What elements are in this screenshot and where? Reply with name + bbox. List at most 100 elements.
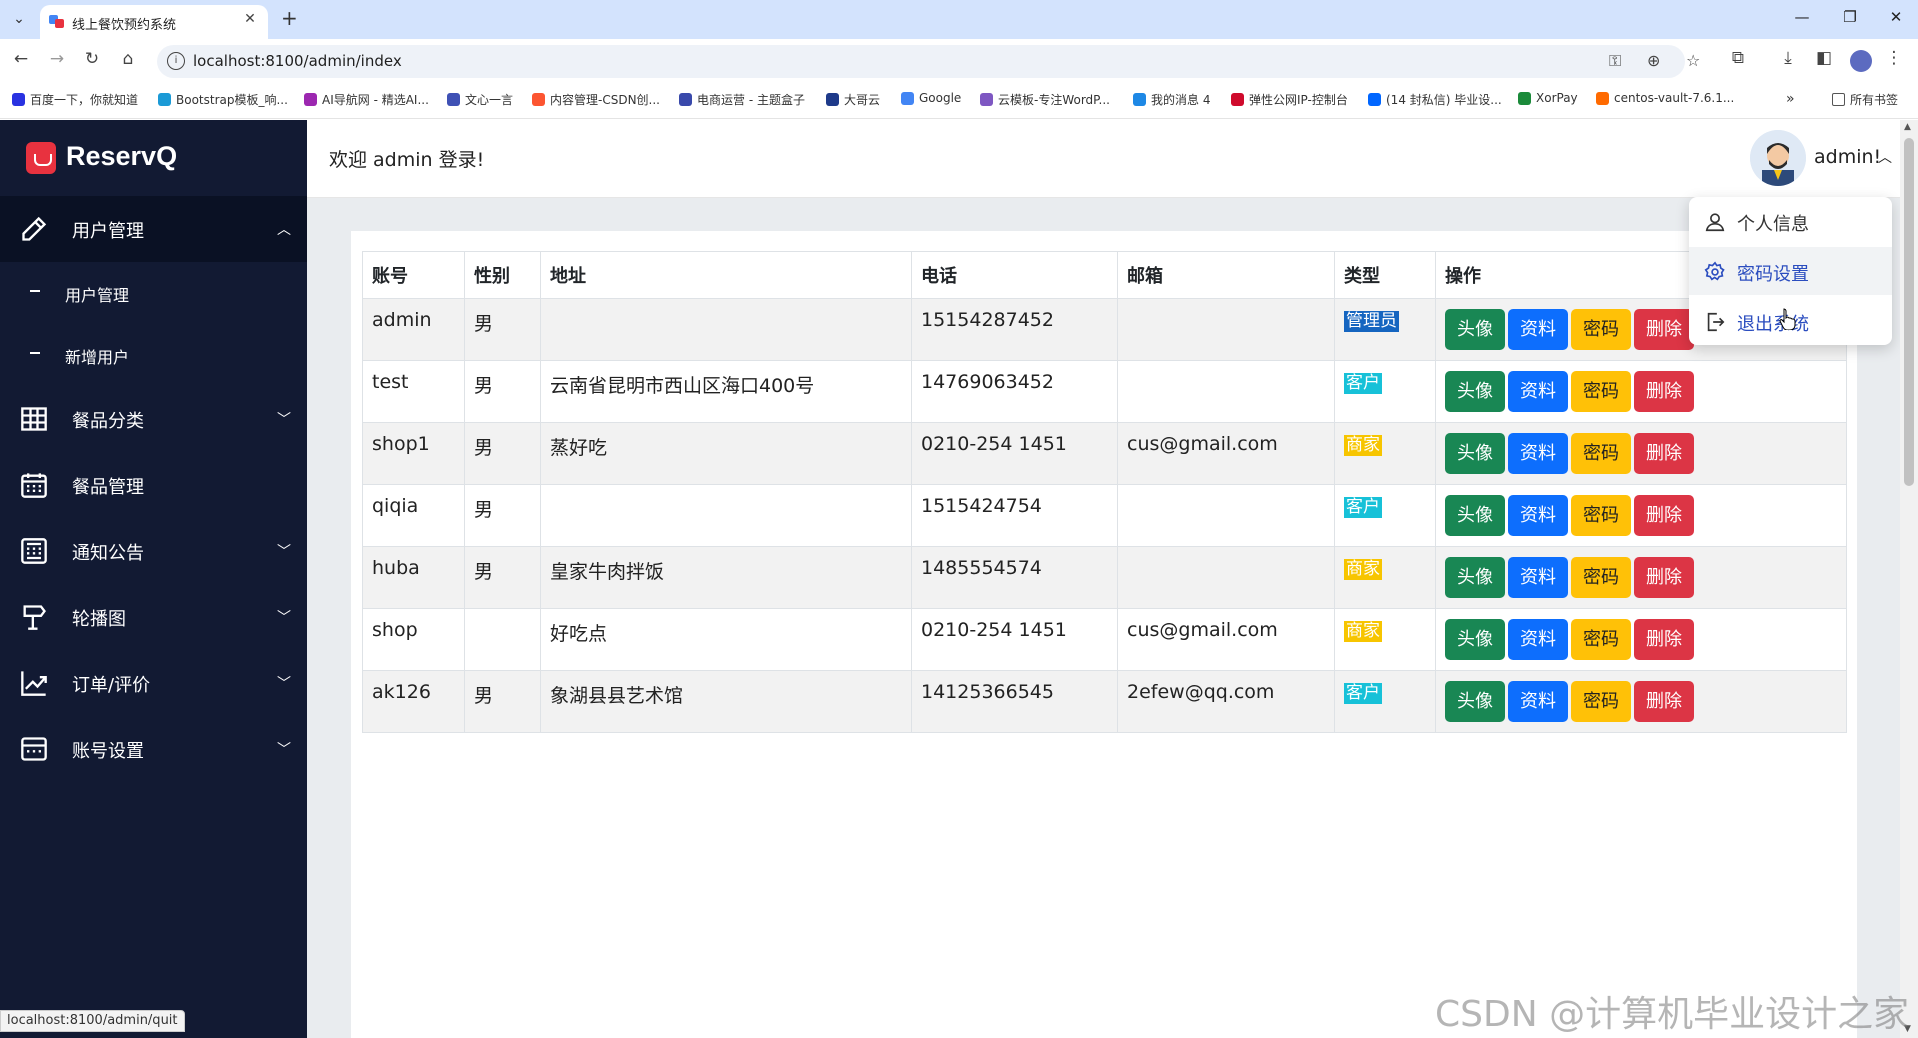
- site-info-icon[interactable]: i: [167, 52, 185, 70]
- bookmark-favicon-icon: [1518, 91, 1531, 105]
- home-icon[interactable]: ⌂: [116, 49, 140, 69]
- more-bookmarks-icon[interactable]: »: [1786, 91, 1795, 107]
- edit-info-button[interactable]: 资料: [1508, 433, 1568, 474]
- cell-email: [1117, 546, 1335, 609]
- sidebar-group-notice[interactable]: 通知公告 ﹀: [0, 518, 307, 584]
- sidebar-item-user-management[interactable]: 用户管理: [0, 262, 307, 324]
- avatar-button[interactable]: 头像: [1445, 371, 1505, 412]
- menu-item-password[interactable]: 密码设置: [1689, 247, 1892, 295]
- edit-info-button[interactable]: 资料: [1508, 371, 1568, 412]
- chevron-down-icon: ﹀: [277, 544, 291, 560]
- type-badge: 客户: [1344, 373, 1382, 394]
- password-key-icon[interactable]: ⚿: [1609, 51, 1621, 71]
- url-field[interactable]: i localhost:8100/admin/index ⚿ ⊕ ☆: [157, 45, 1700, 78]
- scrollbar-thumb[interactable]: [1904, 138, 1914, 486]
- cell-account: test: [362, 360, 465, 423]
- back-icon[interactable]: ←: [9, 49, 33, 69]
- reload-icon[interactable]: ↻: [80, 49, 104, 69]
- delete-button[interactable]: 删除: [1634, 619, 1694, 660]
- bookmark-item[interactable]: AI导航网 - 精选AI...: [304, 91, 429, 108]
- password-button[interactable]: 密码: [1571, 495, 1631, 536]
- minimize-icon[interactable]: —: [1787, 8, 1817, 26]
- bookmark-item[interactable]: 内容管理-CSDN创...: [532, 91, 660, 108]
- page-scrollbar[interactable]: ▲ ▼: [1900, 120, 1918, 1038]
- avatar-button[interactable]: 头像: [1445, 433, 1505, 474]
- bookmark-item[interactable]: 文心一言: [447, 91, 513, 108]
- bookmark-item[interactable]: Bootstrap模板_响...: [158, 91, 288, 108]
- cell-gender: 男: [464, 360, 541, 423]
- cell-phone: 0210-254 1451: [911, 608, 1118, 671]
- all-bookmarks-button[interactable]: 所有书签: [1832, 91, 1898, 108]
- avatar-button[interactable]: 头像: [1445, 557, 1505, 598]
- sidebar-group-orders[interactable]: 订单/评价 ﹀: [0, 650, 307, 716]
- chevron-up-icon[interactable]: ︿: [1878, 147, 1892, 167]
- menu-item-profile[interactable]: 个人信息: [1689, 197, 1892, 245]
- password-button[interactable]: 密码: [1571, 371, 1631, 412]
- bookmark-item[interactable]: 云模板-专注WordP...: [980, 91, 1110, 108]
- cell-phone: 14769063452: [911, 360, 1118, 423]
- edit-info-button[interactable]: 资料: [1508, 557, 1568, 598]
- bookmark-item[interactable]: XorPay: [1518, 91, 1578, 105]
- side-panel-icon[interactable]: ◧: [1812, 48, 1836, 68]
- edit-info-button[interactable]: 资料: [1508, 681, 1568, 722]
- url-text[interactable]: localhost:8100/admin/index: [193, 52, 402, 70]
- sidebar-group-dish-category[interactable]: 餐品分类 ﹀: [0, 386, 307, 452]
- cell-gender: 男: [464, 546, 541, 609]
- sidebar-group-dish-management[interactable]: 餐品管理: [0, 452, 307, 518]
- avatar-button[interactable]: 头像: [1445, 619, 1505, 660]
- tab-close-icon[interactable]: ✕: [240, 11, 260, 27]
- cell-address: [540, 484, 912, 547]
- delete-button[interactable]: 删除: [1634, 433, 1694, 474]
- forward-icon[interactable]: →: [45, 49, 69, 69]
- close-window-icon[interactable]: ✕: [1881, 8, 1911, 26]
- delete-button[interactable]: 删除: [1634, 681, 1694, 722]
- edit-info-button[interactable]: 资料: [1508, 309, 1568, 350]
- sidebar-group-user-management[interactable]: 用户管理 ︿: [0, 196, 307, 262]
- password-button[interactable]: 密码: [1571, 619, 1631, 660]
- bookmark-item[interactable]: 电商运营 - 主题盒子: [679, 91, 805, 108]
- browser-menu-icon[interactable]: ⋮: [1882, 48, 1906, 68]
- menu-item-label: 退出系统: [1737, 314, 1809, 335]
- sidebar-group-account-settings[interactable]: 账号设置 ﹀: [0, 716, 307, 782]
- edit-info-button[interactable]: 资料: [1508, 495, 1568, 536]
- delete-button[interactable]: 删除: [1634, 309, 1694, 350]
- delete-button[interactable]: 删除: [1634, 371, 1694, 412]
- sidebar-group-carousel[interactable]: 轮播图 ﹀: [0, 584, 307, 650]
- avatar-button[interactable]: 头像: [1445, 309, 1505, 350]
- tab-search-icon[interactable]: ⌄: [8, 8, 30, 30]
- cell-address: [540, 298, 912, 361]
- bookmark-item[interactable]: 大哥云: [826, 91, 880, 108]
- password-button[interactable]: 密码: [1571, 557, 1631, 598]
- user-name[interactable]: admin!: [1814, 146, 1881, 168]
- bookmark-item[interactable]: 百度一下，你就知道: [12, 91, 138, 108]
- extensions-icon[interactable]: ⧉: [1726, 48, 1750, 68]
- brand[interactable]: ReservQ: [0, 120, 307, 196]
- delete-button[interactable]: 删除: [1634, 557, 1694, 598]
- sidebar-item-add-user[interactable]: 新增用户: [0, 324, 307, 386]
- restore-icon[interactable]: ❐: [1835, 8, 1865, 26]
- zoom-icon[interactable]: ⊕: [1647, 51, 1660, 70]
- avatar-button[interactable]: 头像: [1445, 495, 1505, 536]
- scroll-up-icon[interactable]: ▲: [1904, 122, 1911, 132]
- type-badge: 商家: [1344, 435, 1382, 456]
- user-avatar[interactable]: [1750, 130, 1806, 186]
- delete-button[interactable]: 删除: [1634, 495, 1694, 536]
- watermark: CSDN @计算机毕业设计之家: [1435, 994, 1910, 1035]
- logout-icon: [1707, 312, 1725, 332]
- avatar-button[interactable]: 头像: [1445, 681, 1505, 722]
- browser-tab[interactable]: 线上餐饮预约系统 ✕: [40, 5, 268, 39]
- profile-avatar[interactable]: [1850, 50, 1872, 72]
- bookmark-star-icon[interactable]: ☆: [1686, 51, 1700, 70]
- password-button[interactable]: 密码: [1571, 681, 1631, 722]
- bookmark-item[interactable]: (14 封私信) 毕业设...: [1368, 91, 1502, 108]
- bookmark-item[interactable]: Google: [901, 91, 961, 105]
- password-button[interactable]: 密码: [1571, 309, 1631, 350]
- bookmark-item[interactable]: 我的消息 4: [1133, 91, 1210, 108]
- download-icon[interactable]: ⤓: [1776, 48, 1800, 68]
- password-button[interactable]: 密码: [1571, 433, 1631, 474]
- bookmark-item[interactable]: centos-vault-7.6.1...: [1596, 91, 1734, 105]
- new-tab-icon[interactable]: +: [281, 6, 298, 30]
- column-header: 邮箱: [1117, 251, 1335, 299]
- bookmark-item[interactable]: 弹性公网IP-控制台: [1231, 91, 1348, 108]
- edit-info-button[interactable]: 资料: [1508, 619, 1568, 660]
